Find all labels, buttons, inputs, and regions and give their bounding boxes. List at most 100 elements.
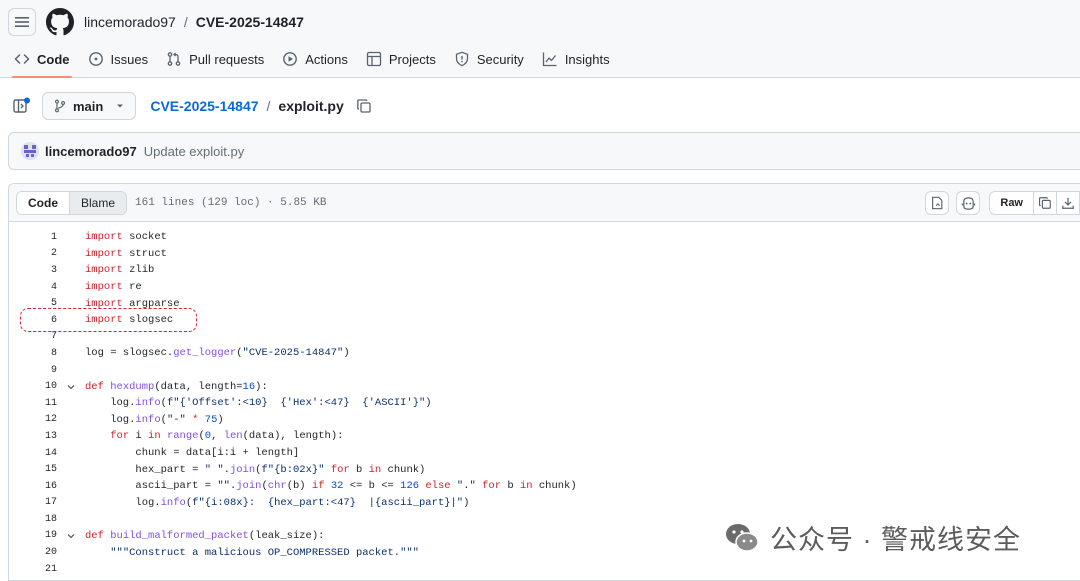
tab-insights[interactable]: Insights: [540, 44, 620, 74]
annotation-highlight-box: [20, 308, 197, 332]
line-number[interactable]: 4: [9, 282, 57, 293]
view-mode-toggle: Code Blame: [16, 190, 128, 215]
tab-blame-view[interactable]: Blame: [70, 191, 127, 214]
code-text: import zlib: [85, 264, 155, 277]
line-number[interactable]: 14: [9, 448, 57, 459]
code-text: def hexdump(data, length=16):: [85, 380, 268, 393]
tab-issues[interactable]: Issues: [86, 44, 159, 74]
code-text: """Construct a malicious OP_COMPRESSED p…: [110, 546, 419, 559]
line-number[interactable]: 13: [9, 431, 57, 442]
repo-nav-tabs: Code Issues Pull requests Actions Projec…: [12, 44, 626, 78]
tab-issues-label: Issues: [110, 51, 149, 67]
branch-name: main: [73, 98, 104, 114]
watermark-text: 公众号 · 警戒线安全: [770, 525, 1021, 555]
download-button[interactable]: [1056, 191, 1080, 215]
commit-message-link[interactable]: Update exploit.py: [144, 144, 244, 159]
line-number[interactable]: 10: [9, 381, 57, 392]
code-text: ascii_part = "".join(chr(b) if 32 <= b <…: [85, 480, 577, 493]
tab-code-view[interactable]: Code: [17, 191, 70, 214]
code-text: import struct: [85, 247, 167, 260]
fold-toggle[interactable]: [57, 531, 85, 541]
tab-projects[interactable]: Projects: [364, 44, 446, 74]
repo-name-link[interactable]: CVE-2025-14847: [196, 14, 304, 30]
code-text: for i in range(0, len(data), length):: [110, 430, 344, 443]
graph-icon: [542, 52, 557, 67]
github-logo-icon[interactable]: [46, 8, 74, 36]
breadcrumb-file-name: exploit.py: [278, 98, 344, 114]
file-actions: Raw: [918, 191, 1080, 215]
tab-security-label: Security: [476, 51, 524, 67]
issue-icon: [88, 52, 103, 66]
code-line: 10 def hexdump(data, length=16):: [9, 378, 1080, 395]
code-line: 14 chunk = data[i:i + length]: [9, 445, 1080, 462]
code-line: 1 import socket: [9, 229, 1080, 246]
code-line: 3 import zlib: [9, 262, 1080, 279]
code-line: 13 for i in range(0, len(data), length):: [9, 428, 1080, 445]
line-number[interactable]: 11: [9, 398, 57, 409]
shield-icon: [455, 51, 468, 67]
code-line: 21: [9, 561, 1080, 578]
tab-actions[interactable]: Actions: [280, 44, 358, 74]
code-text: import re: [85, 281, 142, 294]
repo-owner-link[interactable]: lincemorado97: [84, 14, 176, 30]
play-icon: [283, 52, 298, 66]
repo-header: lincemorado97 / CVE-2025-14847 Code Issu…: [0, 0, 1080, 78]
chevron-down-icon: [67, 384, 75, 390]
copy-raw-button[interactable]: [1033, 191, 1057, 215]
line-number[interactable]: 18: [9, 514, 57, 525]
code-text: log = slogsec.get_logger("CVE-2025-14847…: [85, 347, 350, 360]
commit-author-link[interactable]: lincemorado97: [45, 144, 137, 159]
line-number[interactable]: 12: [9, 414, 57, 425]
hamburger-icon: [15, 17, 29, 27]
line-number[interactable]: 3: [9, 265, 57, 276]
line-number[interactable]: 20: [9, 547, 57, 558]
latest-commit-bar: lincemorado97 Update exploit.py: [8, 132, 1080, 170]
branch-selector-button[interactable]: main: [42, 92, 137, 120]
line-number[interactable]: 9: [9, 365, 57, 376]
code-line: 8 log = slogsec.get_logger("CVE-2025-1484…: [9, 345, 1080, 362]
line-number[interactable]: 1: [9, 232, 57, 243]
tab-projects-label: Projects: [388, 51, 436, 67]
tab-security[interactable]: Security: [452, 44, 534, 74]
copy-icon: [1039, 197, 1051, 209]
header-top-row: lincemorado97 / CVE-2025-14847: [8, 7, 304, 37]
menu-button[interactable]: [8, 8, 36, 36]
caret-down-icon: [117, 104, 124, 108]
tab-pull-requests-label: Pull requests: [189, 51, 265, 67]
copilot-button[interactable]: [956, 191, 981, 215]
fold-toggle[interactable]: [57, 382, 85, 392]
tab-code-label: Code: [37, 51, 70, 67]
file-info: 161 lines (129 loc) · 5.85 KB: [135, 196, 327, 209]
avatar[interactable]: [21, 142, 39, 160]
line-number[interactable]: 15: [9, 464, 57, 475]
copy-path-icon[interactable]: [356, 98, 372, 114]
breadcrumb-repo-link[interactable]: CVE-2025-14847: [150, 98, 258, 114]
line-number[interactable]: 2: [9, 248, 57, 259]
tab-pull-requests[interactable]: Pull requests: [164, 44, 274, 74]
branch-icon: [54, 99, 66, 113]
sidebar-expand-icon: [13, 97, 30, 113]
line-number[interactable]: 8: [9, 348, 57, 359]
copilot-icon: [961, 196, 976, 210]
code-line: 4 import re: [9, 279, 1080, 296]
raw-button[interactable]: Raw: [989, 191, 1034, 215]
code-line: 2 import struct: [9, 246, 1080, 263]
file-tree-toggle[interactable]: [12, 96, 32, 116]
tab-actions-label: Actions: [305, 51, 348, 67]
download-icon: [1062, 197, 1074, 209]
tab-code[interactable]: Code: [12, 44, 80, 78]
file-search-icon: [932, 196, 943, 210]
breadcrumb-separator: /: [266, 98, 271, 114]
line-number[interactable]: 7: [9, 331, 57, 342]
line-number[interactable]: 19: [9, 530, 57, 541]
code-text: chunk = data[i:i + length]: [85, 447, 300, 460]
line-number[interactable]: 17: [9, 497, 57, 508]
code-text: import socket: [85, 231, 167, 244]
line-number[interactable]: 21: [9, 564, 57, 575]
symbols-button[interactable]: [925, 191, 950, 215]
raw-copy-download-group: Raw: [989, 191, 1080, 215]
line-number[interactable]: 16: [9, 481, 57, 492]
file-path-bar: main CVE-2025-14847 / exploit.py: [0, 90, 1080, 122]
code-line: 12 log.info("-" * 75): [9, 412, 1080, 429]
avatar-identicon-icon: [21, 142, 39, 160]
